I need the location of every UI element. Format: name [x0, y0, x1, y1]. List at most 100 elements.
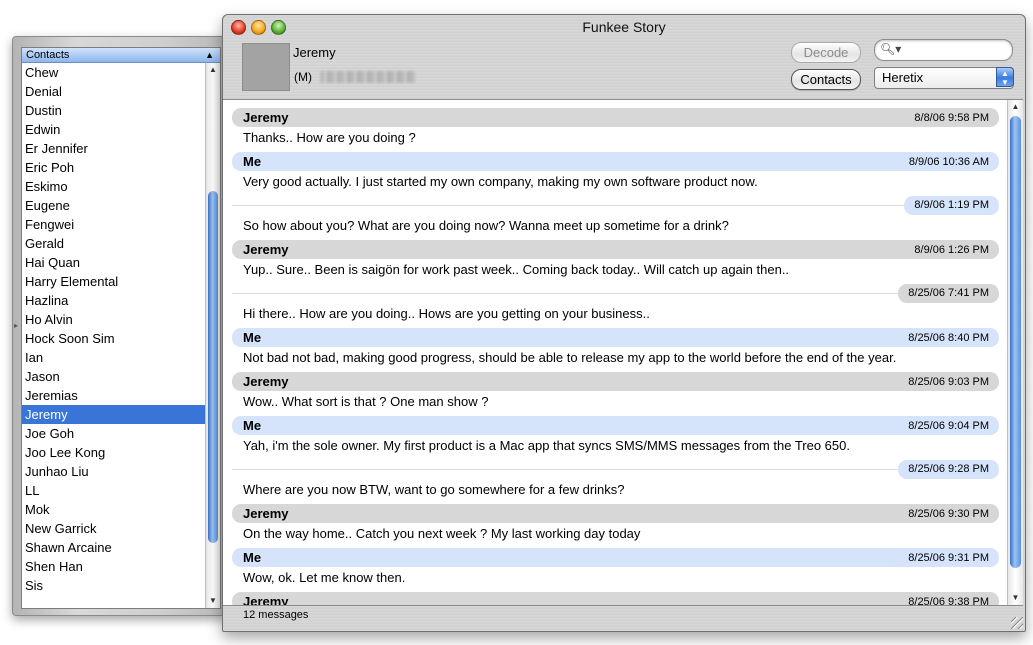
message-item: 8/25/06 9:28 PM Where are you now BTW, wa… [232, 460, 999, 504]
contacts-scrollbar[interactable]: ▲ ▼ [205, 63, 220, 608]
contact-item[interactable]: Shawn Arcaine [22, 538, 205, 557]
message-header: Jeremy 8/25/06 9:38 PM [232, 592, 999, 606]
contact-item[interactable]: Sis [22, 576, 205, 595]
message-text: Very good actually. I just started my ow… [243, 174, 758, 189]
search-input[interactable] [897, 42, 1009, 59]
contact-item[interactable]: LL [22, 481, 205, 500]
message-header: Jeremy 8/25/06 9:03 PM [232, 372, 999, 391]
contact-item[interactable]: Eskimo [22, 177, 205, 196]
message-sender: Me [243, 154, 262, 169]
message-sender: Jeremy [243, 110, 289, 125]
message-text: Wow.. What sort is that ? One man show ? [243, 394, 489, 409]
contact-item[interactable]: Eugene [22, 196, 205, 215]
message-header: Me 8/25/06 9:31 PM [232, 548, 999, 567]
message-item: Me 8/25/06 8:40 PM Not bad not bad, making… [232, 328, 999, 372]
contact-item[interactable]: Fengwei [22, 215, 205, 234]
contact-item[interactable]: Hock Soon Sim [22, 329, 205, 348]
title-bar[interactable]: Funkee Story [223, 15, 1025, 39]
message-item: Me 8/9/06 10:36 AM Very good actually. I j… [232, 152, 999, 196]
account-popup-value: Heretix [882, 70, 924, 85]
contact-item[interactable]: Denial [22, 82, 205, 101]
message-date: 8/25/06 9:03 PM [908, 376, 989, 388]
message-text: Yup.. Sure.. Been is saigön for work pas… [243, 262, 790, 277]
contact-item[interactable]: New Garrick [22, 519, 205, 538]
message-item: Jeremy 8/8/06 9:58 PM Thanks.. How are you… [232, 108, 999, 152]
window-title: Funkee Story [582, 19, 666, 35]
contact-item[interactable]: Edwin [22, 120, 205, 139]
message-text: Hi there.. How are you doing.. Hows are … [243, 306, 650, 321]
contact-item[interactable]: Shen Han [22, 557, 205, 576]
contacts-table: Contacts ▲ Chew Denial Dustin Edwin Er Jenni… [21, 47, 221, 609]
contacts-button[interactable]: Contacts [791, 69, 861, 90]
up-down-arrows-icon[interactable]: ▲ ▼ [996, 67, 1014, 87]
contact-item[interactable]: Gerald [22, 234, 205, 253]
message-item: Jeremy 8/25/06 9:38 PM [232, 592, 999, 606]
contact-item[interactable]: Ho Alvin [22, 310, 205, 329]
contact-item[interactable]: Jeremias [22, 386, 205, 405]
contact-avatar [242, 43, 290, 91]
message-view: Jeremy 8/8/06 9:58 PM Thanks.. How are you… [223, 99, 1023, 606]
contact-item[interactable]: Joe Goh [22, 424, 205, 443]
message-header: Me 8/25/06 8:40 PM [232, 328, 999, 347]
message-header: Jeremy 8/8/06 9:58 PM [232, 108, 999, 127]
message-header: Jeremy 8/9/06 1:26 PM [232, 240, 999, 259]
contact-item[interactable]: Hazlina [22, 291, 205, 310]
contact-name: Jeremy [293, 45, 336, 60]
message-text: Where are you now BTW, want to go somewh… [243, 482, 625, 497]
message-date: 8/9/06 10:36 AM [908, 156, 989, 168]
contact-item[interactable]: Ian [22, 348, 205, 367]
messages-scroll-thumb[interactable] [1010, 116, 1021, 568]
search-field[interactable]: 🔍︎▾ [874, 39, 1013, 61]
message-sender: Jeremy [243, 242, 289, 257]
contact-item[interactable]: Jeremy [22, 405, 205, 424]
contact-item[interactable]: Hai Quan [22, 253, 205, 272]
account-popup[interactable]: Heretix ▲ ▼ [874, 67, 1014, 89]
contact-item[interactable]: Junhao Liu [22, 462, 205, 481]
message-item: Jeremy 8/9/06 1:26 PM Yup.. Sure.. Been is… [232, 240, 999, 284]
phone-type-label: (M) [294, 70, 312, 84]
message-text: On the way home.. Catch you next week ? … [243, 526, 641, 541]
contact-item[interactable]: Er Jennifer [22, 139, 205, 158]
drawer-handle-icon[interactable]: ▸ [14, 321, 18, 330]
message-text: Thanks.. How are you doing ? [243, 130, 416, 145]
message-date: 8/25/06 9:04 PM [908, 420, 989, 432]
message-header: Jeremy 8/25/06 9:30 PM [232, 504, 999, 523]
message-list: Jeremy 8/8/06 9:58 PM Thanks.. How are you… [232, 108, 999, 606]
message-date: 8/25/06 9:28 PM [898, 460, 999, 479]
message-sender: Jeremy [243, 594, 289, 606]
contact-list: Chew Denial Dustin Edwin Er Jennifer Eric Poh… [22, 63, 205, 595]
contact-item[interactable]: Dustin [22, 101, 205, 120]
contact-item[interactable]: Jason [22, 367, 205, 386]
message-divider [232, 205, 999, 206]
contacts-scroll-thumb[interactable] [208, 191, 218, 543]
message-date: 8/8/06 9:58 PM [914, 112, 989, 124]
message-header: Me 8/25/06 9:04 PM [232, 416, 999, 435]
scroll-up-icon[interactable]: ▲ [1008, 100, 1023, 114]
scroll-up-icon[interactable]: ▲ [206, 63, 220, 77]
contact-item[interactable]: Joo Lee Kong [22, 443, 205, 462]
message-item: Jeremy 8/25/06 9:30 PM On the way home.. C… [232, 504, 999, 548]
message-date: 8/25/06 9:31 PM [908, 552, 989, 564]
contacts-column-header[interactable]: Contacts ▲ [22, 48, 220, 63]
message-sender: Me [243, 550, 262, 565]
contact-item[interactable]: Harry Elemental [22, 272, 205, 291]
contacts-drawer: ▸ Contacts ▲ Chew Denial Dustin Edwin Er Jen… [12, 36, 226, 616]
message-item: 8/9/06 1:19 PM So how about you? What are… [232, 196, 999, 240]
main-window: Funkee Story Jeremy (M) Decode Contacts … [222, 14, 1026, 632]
message-text: So how about you? What are you doing now… [243, 218, 729, 233]
message-text: Yah, i'm the sole owner. My first produc… [243, 438, 850, 453]
contact-item[interactable]: Mok [22, 500, 205, 519]
message-date: 8/25/06 9:38 PM [908, 596, 989, 606]
resize-grip-icon[interactable] [1011, 617, 1023, 629]
blurred-phone-number [320, 71, 416, 83]
message-text: Wow, ok. Let me know then. [243, 570, 406, 585]
message-date: 8/9/06 1:19 PM [904, 196, 999, 215]
contact-item[interactable]: Chew [22, 63, 205, 82]
contact-item[interactable]: Eric Poh [22, 158, 205, 177]
decode-button[interactable]: Decode [791, 42, 861, 63]
contacts-column-label: Contacts [26, 49, 70, 61]
scroll-down-icon[interactable]: ▼ [1008, 591, 1023, 605]
scroll-down-icon[interactable]: ▼ [206, 594, 220, 608]
message-sender: Me [243, 330, 262, 345]
messages-scrollbar[interactable]: ▲ ▼ [1007, 100, 1023, 605]
